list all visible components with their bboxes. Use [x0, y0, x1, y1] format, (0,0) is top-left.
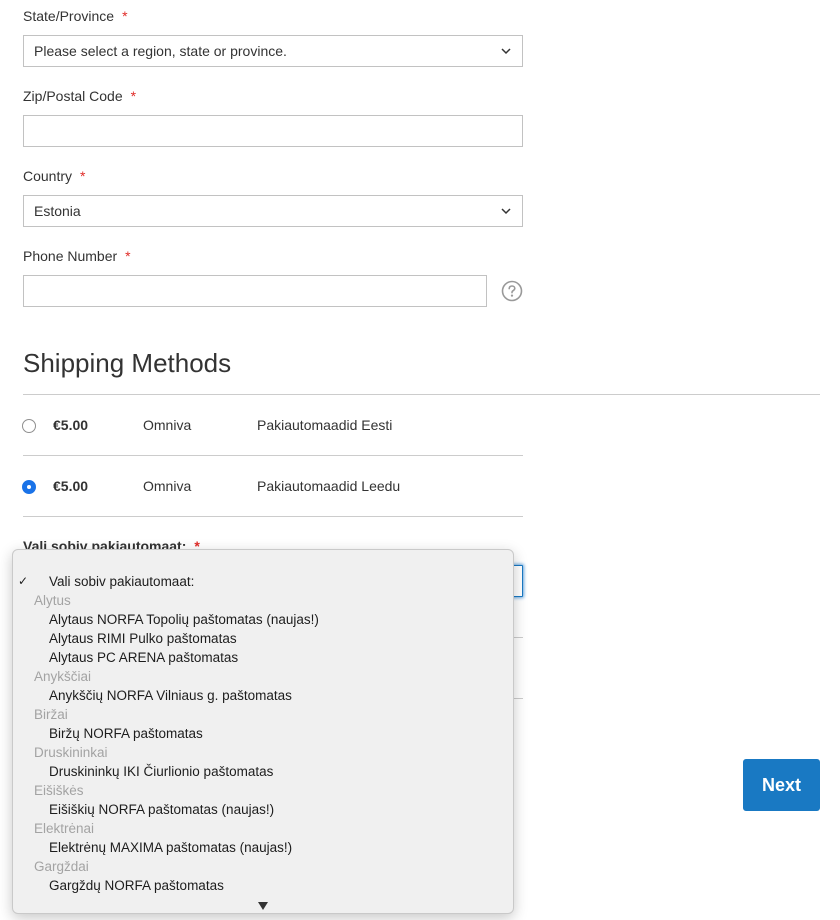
- question-circle-icon[interactable]: [501, 280, 523, 302]
- shipping-methods-title: Shipping Methods: [23, 348, 232, 378]
- shipping-method-price: €5.00: [53, 478, 89, 494]
- dropdown-option-text: Vali sobiv pakiautomaat:: [49, 574, 195, 589]
- scroll-down-arrow-icon[interactable]: [258, 902, 268, 910]
- dropdown-group-label: Alytus: [34, 593, 71, 608]
- dropdown-group-label: Eišiškės: [34, 783, 84, 798]
- shipping-method-price: €5.00: [53, 417, 89, 433]
- phone-input[interactable]: [23, 275, 487, 307]
- dropdown-option[interactable]: Druskininkų IKI Čiurlionio paštomatas: [13, 762, 513, 781]
- dropdown-option[interactable]: Eišiškių NORFA paštomatas (naujas!): [13, 800, 513, 819]
- chevron-down-icon: [501, 48, 511, 55]
- dropdown-option[interactable]: Biržų NORFA paštomatas: [13, 724, 513, 743]
- row-divider: [23, 516, 523, 517]
- dropdown-option[interactable]: Anykščių NORFA Vilniaus g. paštomatas: [13, 686, 513, 705]
- dropdown-group-label: Gargždai: [34, 859, 89, 874]
- dropdown-group-label: Druskininkai: [34, 745, 108, 760]
- terminal-dropdown-list[interactable]: ✓ Vali sobiv pakiautomaat: Alytus Alytaus N…: [12, 549, 514, 914]
- dropdown-option[interactable]: Elektrėnų MAXIMA paštomatas (naujas!): [13, 838, 513, 857]
- state-label-text: State/Province: [23, 8, 115, 24]
- state-select[interactable]: Please select a region, state or provinc…: [23, 35, 523, 67]
- required-mark: *: [122, 8, 128, 24]
- shipping-method-row[interactable]: €5.00 Omniva Pakiautomaadid Eesti: [0, 395, 523, 456]
- checkmark-icon: ✓: [18, 574, 29, 588]
- phone-label-text: Phone Number: [23, 248, 118, 264]
- dropdown-option[interactable]: Gargždų NORFA paštomatas: [13, 876, 513, 895]
- required-mark: *: [80, 168, 86, 184]
- dropdown-group-label: Elektrėnai: [34, 821, 95, 836]
- state-select-value: Please select a region, state or provinc…: [34, 43, 287, 59]
- required-mark: *: [130, 88, 137, 104]
- shipping-method-radio[interactable]: [22, 419, 36, 433]
- dropdown-option[interactable]: ✓ Vali sobiv pakiautomaat:: [13, 572, 513, 591]
- shipping-method-name: Pakiautomaadid Eesti: [257, 417, 393, 433]
- shipping-method-row[interactable]: €5.00 Omniva Pakiautomaadid Leedu: [0, 456, 523, 517]
- dropdown-group-label: Anykščiai: [34, 669, 92, 684]
- country-select-value: Estonia: [34, 203, 81, 219]
- shipping-method-carrier: Omniva: [143, 478, 192, 494]
- zip-label: Zip/Postal Code *: [23, 88, 136, 104]
- zip-input[interactable]: [23, 115, 523, 147]
- dropdown-option[interactable]: Alytaus RIMI Pulko paštomatas: [13, 629, 513, 648]
- zip-label-text: Zip/Postal Code: [23, 88, 123, 104]
- country-label-text: Country: [23, 168, 73, 184]
- dropdown-option[interactable]: Alytaus NORFA Topolių paštomatas (naujas…: [13, 610, 513, 629]
- country-select[interactable]: Estonia: [23, 195, 523, 227]
- country-label: Country *: [23, 168, 85, 184]
- state-label: State/Province *: [23, 8, 128, 24]
- shipping-method-radio-selected[interactable]: [22, 480, 36, 494]
- phone-label: Phone Number *: [23, 248, 131, 264]
- shipping-method-carrier: Omniva: [143, 417, 192, 433]
- shipping-method-name: Pakiautomaadid Leedu: [257, 478, 401, 494]
- chevron-down-icon: [501, 208, 511, 215]
- required-mark: *: [125, 248, 131, 264]
- dropdown-group-label: Biržai: [34, 707, 68, 722]
- next-button[interactable]: Next: [743, 759, 820, 811]
- dropdown-option[interactable]: Alytaus PC ARENA paštomatas: [13, 648, 513, 667]
